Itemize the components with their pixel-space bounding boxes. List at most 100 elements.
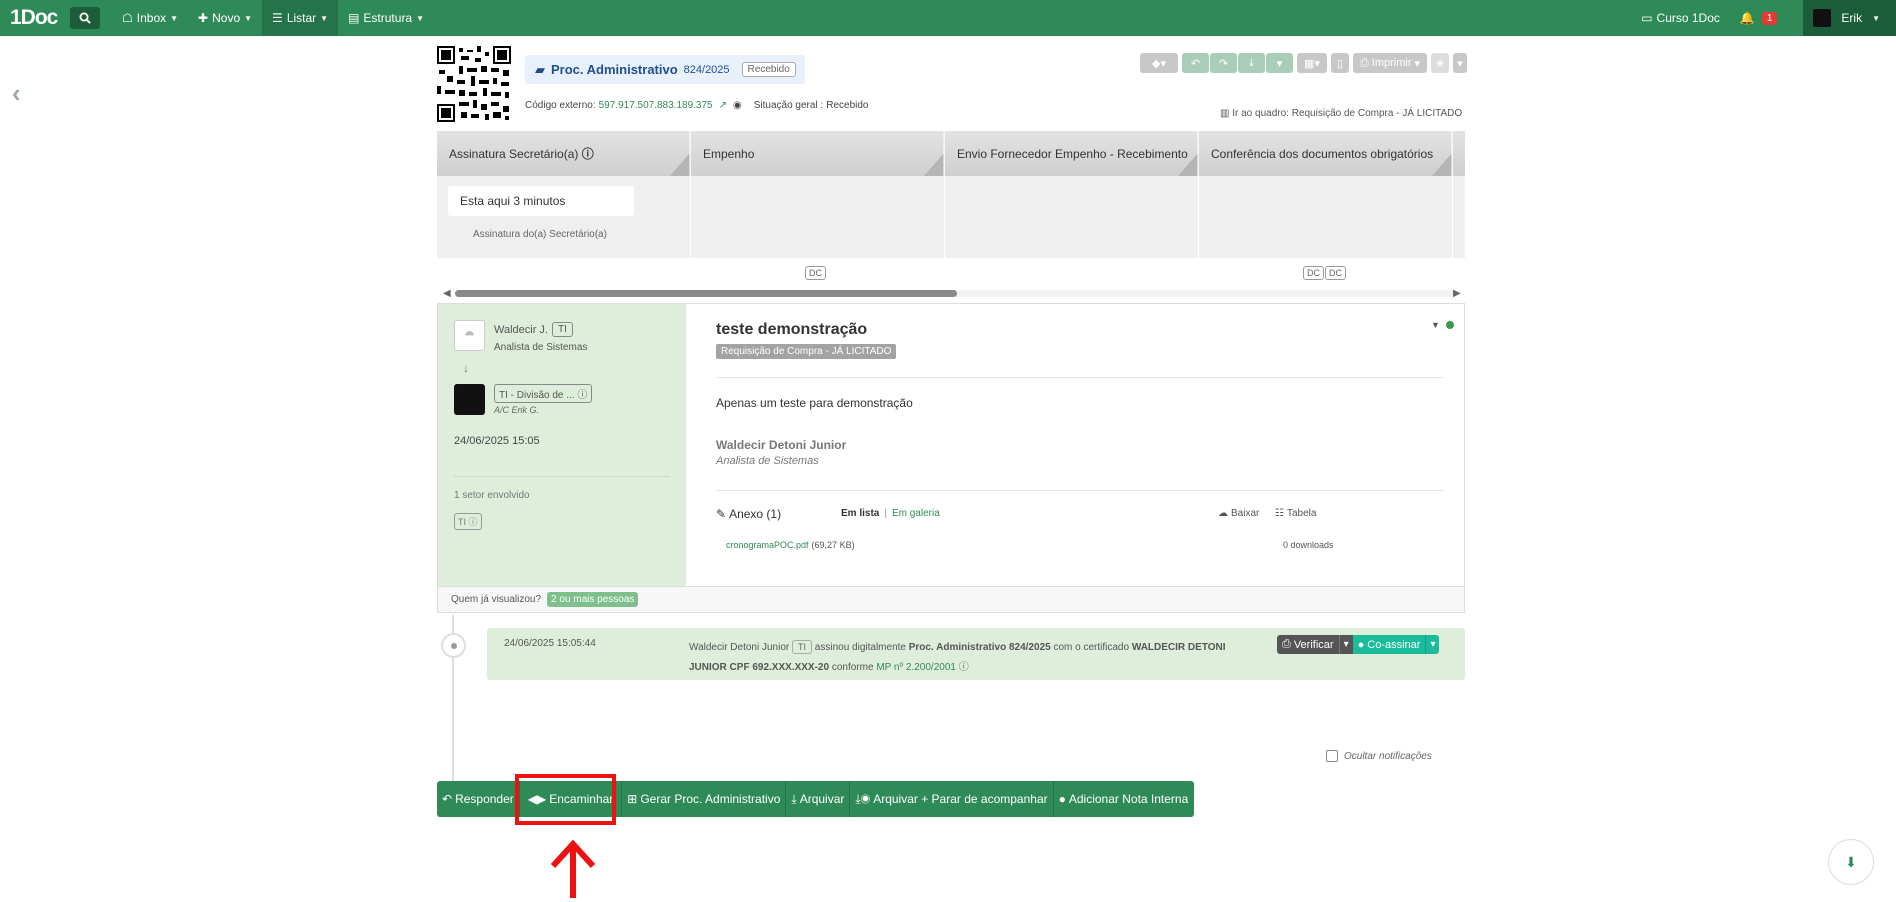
file-icon[interactable]: ▯ xyxy=(1331,53,1349,73)
nav-inbox-label: Inbox xyxy=(136,11,167,25)
situation-value: Recebido xyxy=(826,100,869,111)
event-text-1: assinou digitalmente xyxy=(814,642,906,653)
generate-process-button[interactable]: ⊞ Gerar Proc. Administrativo xyxy=(622,781,787,817)
verify-button[interactable]: ⎙ Verificar xyxy=(1277,635,1339,654)
dc-badge[interactable]: DC xyxy=(805,266,826,280)
hide-notifications: Ocultar notificações xyxy=(1326,750,1432,762)
sector-tag[interactable]: TI ⓘ xyxy=(454,513,482,530)
info-icon[interactable]: ⓘ xyxy=(959,662,969,673)
nav-estrutura[interactable]: ▤ Estrutura ▼ xyxy=(338,0,434,36)
document-title-box: ▰ Proc. Administrativo 824/2025 Recebido xyxy=(525,55,805,84)
sender-tag[interactable]: TI xyxy=(552,322,573,337)
view-list-link[interactable]: Em lista xyxy=(841,508,879,519)
viewed-label: Quem já visualizou? xyxy=(451,594,542,605)
search-button[interactable] xyxy=(70,7,100,29)
reply-icon[interactable]: ↶ xyxy=(1182,53,1209,73)
status-badge: Recebido xyxy=(741,62,796,77)
category-badge[interactable]: Requisição de Compra - JÁ LICITADO xyxy=(716,344,897,359)
user-menu[interactable]: Erik ▼ xyxy=(1803,0,1896,36)
board-link[interactable]: ▥ Ir ao quadro: Requisição de Compra - J… xyxy=(1220,108,1462,119)
reply-label: Responder xyxy=(455,792,514,806)
archive-unfollow-button[interactable]: ⤓◉ Arquivar + Parar de acompanhar xyxy=(850,781,1054,817)
external-code-link[interactable]: 597.917.507.883.189.375 xyxy=(599,100,713,111)
archive-eye-icon: ⤓◉ xyxy=(855,791,871,806)
reply-button[interactable]: ↶ Responder xyxy=(437,781,520,817)
message-body: Apenas um teste para demonstração xyxy=(716,396,913,410)
download-label: Baixar xyxy=(1231,508,1260,519)
signature-name: Waldecir Detoni Junior xyxy=(716,438,847,452)
event-text: Waldecir Detoni Junior TI assinou digita… xyxy=(689,637,1249,678)
arrow-up-annotation-icon xyxy=(550,840,596,898)
back-chevron-icon[interactable]: ‹ xyxy=(12,78,21,109)
scroll-left-icon[interactable]: ◀ xyxy=(443,288,451,299)
star-icon[interactable]: ★ xyxy=(1431,53,1449,73)
print-button[interactable]: ⎙ Imprimir ▾ xyxy=(1353,53,1427,73)
course-link[interactable]: ▭ Curso 1Doc xyxy=(1631,0,1730,36)
forward-icon[interactable]: ↷ xyxy=(1210,53,1237,73)
viewed-badge[interactable]: 2 ou mais pessoas xyxy=(547,592,639,607)
caret-down-icon: ▼ xyxy=(320,13,329,23)
download-icon[interactable]: ⤓ xyxy=(1238,53,1265,73)
message-subject: teste demonstração xyxy=(716,321,868,338)
app-logo[interactable]: 1Doc xyxy=(10,6,70,30)
list-icon: ☰ xyxy=(272,11,283,25)
add-internal-note-button[interactable]: ● Adicionar Nota Interna xyxy=(1054,781,1195,817)
nav-inbox[interactable]: ☖ Inbox ▼ xyxy=(112,0,188,36)
external-link-icon[interactable]: ↗ xyxy=(719,100,727,111)
dc-badge[interactable]: DC xyxy=(1303,266,1324,280)
top-navbar: 1Doc ☖ Inbox ▼ ✚ Novo ▼ ☰ Listar ▼ ▤ Estrutura ▼… xyxy=(0,0,1896,36)
qr-code xyxy=(437,46,511,122)
verify-label: Verificar xyxy=(1293,638,1334,651)
recipient-avatar xyxy=(454,384,485,415)
attachment-file-link[interactable]: cronogramaPOC.pdf xyxy=(726,540,809,550)
divider xyxy=(454,476,670,477)
recipient-tag[interactable]: TI - Divisão de ... ⓘ xyxy=(494,384,593,403)
expand-caret-button[interactable]: ▾ xyxy=(1453,53,1467,73)
document-number: 824/2025 xyxy=(683,63,730,76)
scroll-right-icon[interactable]: ▶ xyxy=(1453,288,1461,299)
eye-icon[interactable]: ◉ xyxy=(733,100,742,111)
event-actor-tag[interactable]: TI xyxy=(792,640,813,654)
reply-icon: ↶ xyxy=(442,792,453,806)
archive-unfollow-label: Arquivar + Parar de acompanhar xyxy=(873,792,1048,806)
table-icon: ☷ xyxy=(1275,508,1284,519)
stages-scrollbar[interactable]: ◀ ▶ xyxy=(443,288,1461,299)
event-text-2: com o certificado xyxy=(1053,642,1130,653)
notifications-button[interactable]: 🔔 1 xyxy=(1730,0,1788,36)
document-title[interactable]: Proc. Administrativo xyxy=(551,62,678,77)
caret-down-icon[interactable]: ▼ xyxy=(1431,320,1440,330)
download-all-button[interactable]: ☁ Baixar xyxy=(1218,508,1259,519)
verify-caret[interactable]: ▾ xyxy=(1338,635,1353,654)
stage-column xyxy=(945,176,1199,258)
nav-listar[interactable]: ☰ Listar ▼ xyxy=(262,0,339,36)
dc-badge[interactable]: DC xyxy=(1325,266,1346,280)
scroll-down-button[interactable]: ⬇ xyxy=(1828,839,1874,885)
nav-novo[interactable]: ✚ Novo ▼ xyxy=(188,0,262,36)
table-view-button[interactable]: ☷ Tabela xyxy=(1275,508,1316,519)
cosign-button[interactable]: ● Co-assinar xyxy=(1352,635,1426,654)
reply-forward-group: ↶ ↷ ⤓ ▾ xyxy=(1182,53,1293,73)
monitor-icon: ▭ xyxy=(1641,11,1653,25)
mp-link[interactable]: MP nº 2.200/2001 xyxy=(876,662,956,673)
event-actor[interactable]: Waldecir Detoni Junior xyxy=(689,642,789,653)
sender-name[interactable]: Waldecir J. xyxy=(494,324,548,336)
tags-button[interactable]: ◆ ▾ xyxy=(1140,53,1178,73)
viewers-footer: Quem já visualizou? 2 ou mais pessoas xyxy=(438,586,1464,612)
attachment-view-toggle: Em lista | Em galeria xyxy=(841,508,940,519)
circle-icon: ● xyxy=(1357,638,1365,651)
scroll-thumb[interactable] xyxy=(455,290,957,297)
generate-process-label: Gerar Proc. Administrativo xyxy=(640,792,781,806)
more-caret-button[interactable]: ▾ xyxy=(1266,53,1293,73)
avatar: ◓ xyxy=(454,320,485,351)
archive-button[interactable]: ⤓ Arquivar xyxy=(786,781,851,817)
attachment-row: cronogramaPOC.pdf (69,27 KB) xyxy=(726,540,855,550)
view-gallery-link[interactable]: Em galeria xyxy=(892,508,940,519)
calendar-button[interactable]: ▦ ▾ xyxy=(1297,53,1327,73)
stage-arrows xyxy=(670,131,1453,176)
document-toolbar: ◆ ▾ ↶ ↷ ⤓ ▾ ▦ ▾ ▯ ⎙ Imprimir ▾ ★ ▾ xyxy=(1140,53,1467,73)
recipient-name: TI - Divisão de ... xyxy=(499,390,575,401)
cosign-caret[interactable]: ▾ xyxy=(1425,635,1440,654)
sender-role: Analista de Sistemas xyxy=(494,342,588,353)
cosign-label: Co-assinar xyxy=(1367,638,1421,651)
hide-notifications-checkbox[interactable] xyxy=(1326,750,1338,762)
